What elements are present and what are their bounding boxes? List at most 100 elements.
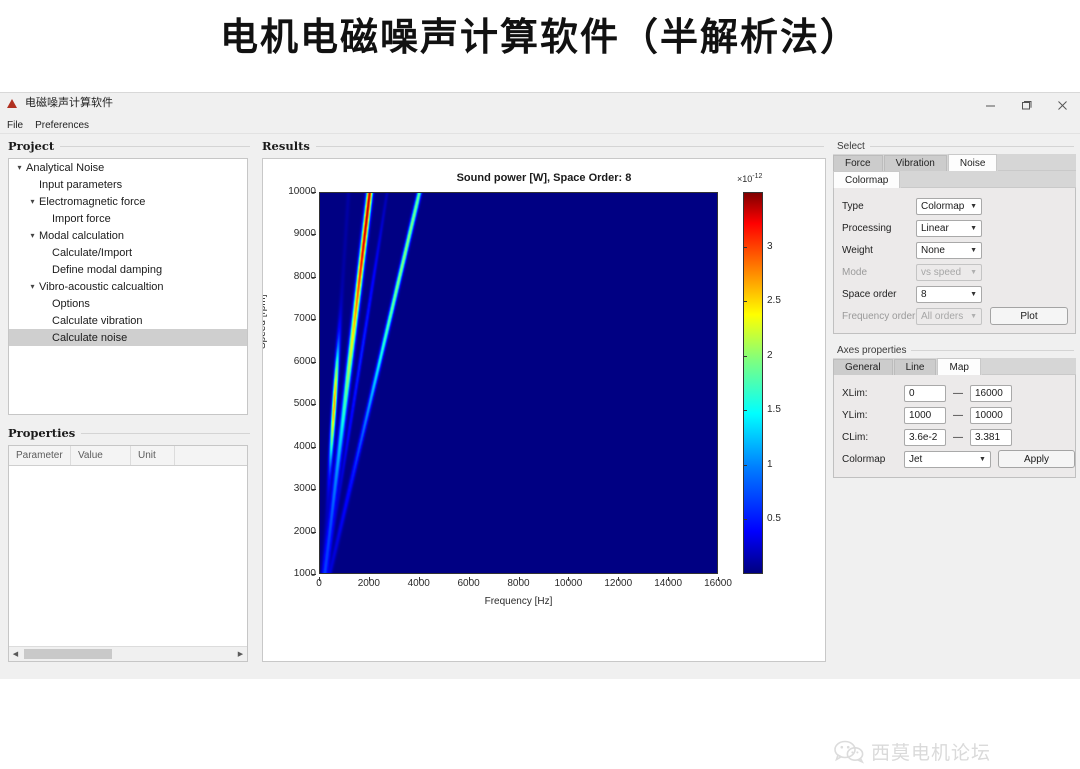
y-tick-mark — [312, 404, 316, 406]
x-tick-mark — [418, 577, 420, 581]
axes-tab-map[interactable]: Map — [937, 358, 981, 375]
tree-item-define-modal-damping[interactable]: ▾Define modal damping — [9, 261, 247, 278]
select-subtabs[interactable]: Colormap — [833, 171, 1076, 188]
properties-table[interactable]: Parameter Value Unit ◀ ▶ — [8, 445, 248, 662]
clim-min-input[interactable]: 3.6e-2 — [904, 428, 946, 446]
axes-properties-tabs[interactable]: General Line Map — [833, 358, 1076, 375]
tree-expand-icon[interactable]: ▾ — [26, 197, 39, 206]
y-tick-mark — [312, 234, 316, 236]
x-tick-mark — [668, 577, 670, 581]
tree-item-label: Calculate vibration — [52, 314, 143, 327]
app-triangle-icon — [6, 97, 19, 110]
y-tick-label: 3000 — [293, 483, 316, 495]
ylim-max-input[interactable]: 10000 — [970, 406, 1012, 424]
label-clim: CLim: — [842, 431, 869, 443]
properties-table-body — [9, 466, 247, 643]
colorbar-tick-mark — [743, 246, 747, 248]
colorbar-tick-mark — [743, 519, 747, 521]
xlim-min-input[interactable]: 0 — [904, 384, 946, 402]
menu-item-file[interactable]: File — [7, 120, 23, 131]
x-tick-mark — [468, 577, 470, 581]
tree-item-calculate-import[interactable]: ▾Calculate/Import — [9, 244, 247, 261]
tree-item-analytical-noise[interactable]: ▾ Analytical Noise — [9, 159, 247, 176]
dropdown-value: vs speed — [921, 266, 962, 278]
properties-panel: Properties Parameter Value Unit ◀ ▶ — [4, 426, 254, 662]
tree-item-options[interactable]: ▾Options — [9, 295, 247, 312]
scroll-right-icon[interactable]: ▶ — [234, 650, 247, 658]
dropdown-value: Jet — [909, 453, 923, 465]
y-tick-mark — [312, 192, 316, 193]
label-frequency-order: Frequency order — [842, 310, 916, 322]
tree-item-electromagnetic-force[interactable]: ▾ Electromagnetic force — [9, 193, 247, 210]
chevron-down-icon: ▼ — [970, 312, 977, 320]
field-row-type: Type Colormap ▼ — [834, 195, 1075, 217]
dropdown-colormap[interactable]: Jet ▼ — [904, 450, 991, 468]
tree-item-label: Input parameters — [39, 178, 123, 191]
properties-horizontal-scrollbar[interactable]: ◀ ▶ — [9, 646, 247, 661]
y-tick-mark — [312, 276, 316, 278]
tab-noise[interactable]: Noise — [947, 154, 998, 171]
tree-item-vibro-acoustic-calcualtion[interactable]: ▾ Vibro-acoustic calcualtion — [9, 278, 247, 295]
tree-item-calculate-noise[interactable]: ▾Calculate noise — [9, 329, 247, 346]
results-panel: Results Sound power [W], Space Order: 8 … — [258, 139, 828, 662]
scrollbar-thumb[interactable] — [24, 649, 112, 659]
tree-item-calculate-vibration[interactable]: ▾Calculate vibration — [9, 312, 247, 329]
project-tree[interactable]: ▾Analytical Noise▾Input parameters▾Elect… — [8, 158, 248, 415]
menu-item-preferences[interactable]: Preferences — [35, 120, 89, 131]
tree-item-modal-calculation[interactable]: ▾ Modal calculation — [9, 227, 247, 244]
tree-item-import-force[interactable]: ▾Import force — [9, 210, 247, 227]
limit-row-xlim: XLim: 0 — 16000 — [834, 382, 1075, 404]
apply-button[interactable]: Apply — [997, 450, 1075, 468]
x-tick-mark — [618, 577, 620, 581]
tree-expand-icon[interactable]: ▾ — [26, 231, 39, 240]
y-tick-label: 5000 — [293, 398, 316, 410]
heatmap-axes[interactable] — [319, 192, 718, 574]
scrollbar-track[interactable] — [22, 648, 234, 660]
colorbar-tick-label: 2.5 — [767, 295, 781, 307]
dropdown-processing[interactable]: Linear ▼ — [916, 219, 982, 237]
select-tabs[interactable]: Force Vibration Noise — [833, 154, 1076, 171]
tree-expand-icon[interactable]: ▾ — [13, 163, 26, 172]
axes-tab-general[interactable]: General — [833, 359, 893, 375]
tab-vibration[interactable]: Vibration — [883, 155, 947, 171]
y-tick-label: 8000 — [293, 270, 316, 282]
xlim-max-input[interactable]: 16000 — [970, 384, 1012, 402]
label-weight: Weight — [842, 244, 873, 256]
colorbar-tick-label: 3 — [767, 240, 773, 252]
chevron-down-icon: ▼ — [970, 268, 977, 276]
y-tick-label: 10000 — [288, 186, 316, 197]
x-tick-mark — [368, 577, 370, 581]
minimize-icon[interactable] — [972, 93, 1008, 117]
application-window: 电磁噪声计算软件 File Preferences Project ▾ Anal… — [0, 92, 1080, 764]
clim-max-input[interactable]: 3.381 — [970, 428, 1012, 446]
colorbar-tick-mark — [743, 355, 747, 357]
colorbar-tick-mark — [743, 410, 747, 412]
tree-item-label: Import force — [52, 212, 111, 225]
subtab-colormap[interactable]: Colormap — [833, 171, 901, 188]
range-dash: — — [953, 409, 963, 421]
wechat-icon — [834, 740, 865, 764]
tree-item-label: Electromagnetic force — [39, 195, 146, 208]
ylim-min-input[interactable]: 1000 — [904, 406, 946, 424]
dropdown-weight[interactable]: None ▼ — [916, 241, 982, 259]
plot-button[interactable]: Plot — [990, 307, 1068, 325]
results-header: Results — [262, 139, 310, 153]
properties-header-divider — [81, 432, 250, 434]
properties-header: Properties — [8, 426, 76, 440]
scroll-left-icon[interactable]: ◀ — [9, 650, 22, 658]
axes-tabrow-filler — [981, 358, 1076, 375]
close-icon[interactable] — [1044, 93, 1080, 117]
y-tick-label: 7000 — [293, 313, 316, 325]
axes-properties-section-divider — [911, 350, 1074, 351]
range-dash: — — [953, 387, 963, 399]
dropdown-space-order[interactable]: 8 ▼ — [916, 285, 982, 303]
dropdown-value: All orders — [921, 310, 964, 322]
column-header-value: Value — [71, 446, 131, 465]
axes-tab-line[interactable]: Line — [893, 359, 937, 375]
tree-item-input-parameters[interactable]: ▾Input parameters — [9, 176, 247, 193]
label-ylim: YLim: — [842, 409, 868, 421]
maximize-icon[interactable] — [1008, 93, 1044, 117]
dropdown-type[interactable]: Colormap ▼ — [916, 197, 982, 215]
tree-expand-icon[interactable]: ▾ — [26, 282, 39, 291]
tab-force[interactable]: Force — [833, 155, 883, 171]
